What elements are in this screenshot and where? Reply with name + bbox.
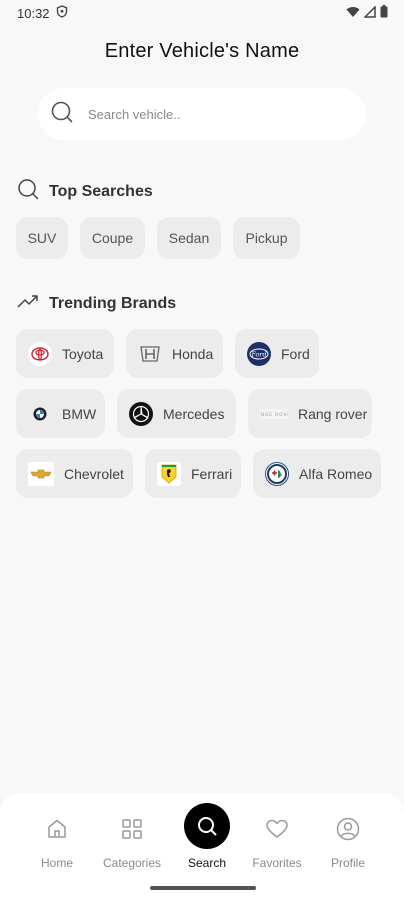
nav-item-favorites[interactable]: Favorites — [237, 811, 317, 870]
status-time: 10:32 — [17, 5, 50, 21]
nav-item-categories[interactable]: Categories — [92, 811, 172, 870]
status-bar: 10:32 — [0, 0, 404, 26]
top-searches-heading: Top Searches — [17, 178, 153, 205]
brand-label: Alfa Romeo — [299, 465, 373, 482]
ford-logo-icon: Ford — [247, 341, 271, 366]
chip-label: Sedan — [168, 230, 210, 246]
nav-label: Profile — [330, 856, 365, 870]
status-right — [346, 4, 388, 21]
trending-brands-heading: Trending Brands — [17, 291, 176, 316]
top-search-chip[interactable]: Coupe — [80, 217, 145, 259]
brand-label: Toyota — [62, 345, 104, 362]
trending-up-icon — [17, 291, 39, 316]
nav-label: Categories — [102, 856, 162, 870]
top-search-chip[interactable]: SUV — [16, 217, 68, 259]
search-icon — [184, 803, 230, 849]
brand-chip-chevrolet[interactable]: Chevrolet — [16, 449, 133, 498]
svg-text:RANGE ROVER: RANGE ROVER — [260, 412, 288, 418]
search-icon — [50, 100, 74, 129]
wifi-icon — [346, 6, 360, 21]
brand-chip-alfa-romeo[interactable]: Alfa Romeo — [253, 449, 381, 498]
brand-chip-bmw[interactable]: BMW — [16, 389, 105, 438]
search-box[interactable] — [38, 88, 366, 140]
brand-label: Chevrolet — [64, 465, 124, 482]
brand-label: BMW — [62, 405, 97, 422]
profile-icon — [308, 811, 388, 847]
brand-chip-honda[interactable]: Honda — [126, 329, 223, 378]
nav-label: Home — [40, 856, 73, 870]
battery-icon — [380, 5, 388, 21]
trending-brands-label: Trending Brands — [49, 294, 177, 312]
chip-label: Coupe — [91, 230, 134, 246]
heart-icon — [237, 811, 317, 847]
range-rover-logo-icon: RANGE ROVER — [260, 402, 288, 426]
mercedes-logo-icon — [129, 401, 153, 426]
home-indicator — [150, 886, 256, 890]
top-search-chip[interactable]: Sedan — [157, 217, 221, 259]
brand-label: Honda — [172, 345, 214, 362]
ferrari-logo-icon — [157, 461, 181, 486]
signal-icon — [363, 4, 376, 21]
status-left: 10:32 — [17, 5, 68, 21]
toyota-logo-icon — [28, 341, 52, 366]
top-searches-label: Top Searches — [49, 182, 153, 200]
chip-label: Pickup — [245, 230, 288, 246]
brand-chip-ford[interactable]: Ford Ford — [235, 329, 319, 378]
brand-chip-toyota[interactable]: Toyota — [16, 329, 114, 378]
bmw-logo-icon — [28, 402, 52, 426]
alfa-romeo-logo-icon — [265, 461, 289, 486]
nav-item-home[interactable]: Home — [17, 811, 97, 870]
brand-label: Ferrari — [191, 465, 233, 482]
grid-icon — [92, 811, 172, 847]
nav-item-search[interactable]: Search — [167, 803, 247, 870]
honda-logo-icon — [138, 342, 162, 366]
bottom-nav: Home Categories Search Favorites Profile — [0, 793, 404, 900]
chip-label: SUV — [27, 230, 57, 246]
shield-icon — [56, 5, 68, 21]
nav-label: Favorites — [252, 856, 302, 870]
nav-item-profile[interactable]: Profile — [308, 811, 388, 870]
brand-chip-range-rover[interactable]: RANGE ROVER Rang rover — [248, 389, 372, 438]
chevrolet-logo-icon — [28, 461, 54, 486]
top-search-chip[interactable]: Pickup — [233, 217, 300, 259]
brand-label: Ford — [281, 345, 310, 362]
svg-text:Ford: Ford — [250, 350, 266, 358]
search-input[interactable] — [88, 106, 328, 122]
brand-chip-ferrari[interactable]: Ferrari — [145, 449, 241, 498]
brand-label: Rang rover — [298, 405, 368, 422]
home-icon — [17, 811, 97, 847]
brand-chip-mercedes[interactable]: Mercedes — [117, 389, 236, 438]
page-title: Enter Vehicle's Name — [104, 40, 300, 62]
brand-label: Mercedes — [163, 405, 225, 422]
search-icon — [17, 178, 39, 205]
nav-label: Search — [187, 856, 227, 870]
nav-search-icon-wrap — [167, 803, 247, 849]
